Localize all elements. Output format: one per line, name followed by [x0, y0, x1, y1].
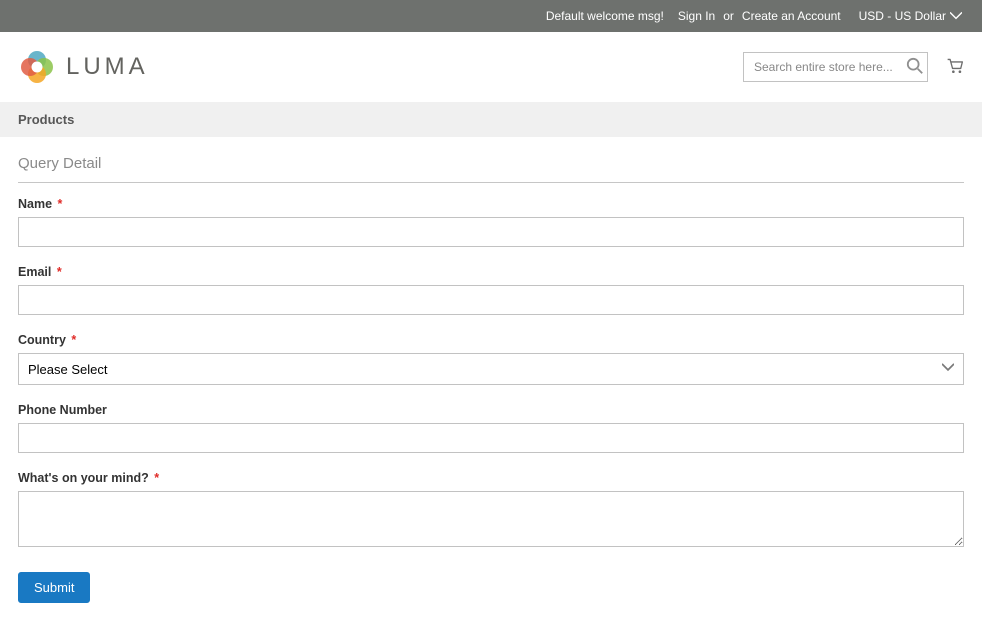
- field-email: Email *: [18, 265, 964, 315]
- phone-label-text: Phone Number: [18, 403, 107, 417]
- name-input[interactable]: [18, 217, 964, 247]
- sign-in-link[interactable]: Sign In: [678, 9, 715, 23]
- search-icon: [906, 57, 924, 75]
- nav-bar: Products: [0, 102, 982, 137]
- form-actions: Submit: [18, 572, 964, 603]
- field-phone: Phone Number: [18, 403, 964, 453]
- field-country: Country * Please Select: [18, 333, 964, 385]
- cart-button[interactable]: [946, 57, 964, 78]
- search-button[interactable]: [906, 57, 924, 78]
- currency-switcher[interactable]: USD - US Dollar: [859, 9, 962, 23]
- logo-text: LUMA: [66, 53, 149, 81]
- header-right: [743, 52, 964, 82]
- create-account-link[interactable]: Create an Account: [742, 9, 841, 23]
- logo-icon: [18, 48, 56, 86]
- phone-input[interactable]: [18, 423, 964, 453]
- field-mind: What's on your mind? *: [18, 471, 964, 550]
- chevron-down-icon: [950, 10, 962, 22]
- email-input[interactable]: [18, 285, 964, 315]
- mind-textarea[interactable]: [18, 491, 964, 547]
- email-label-text: Email: [18, 265, 51, 279]
- submit-button[interactable]: Submit: [18, 572, 90, 603]
- country-select[interactable]: Please Select: [18, 353, 964, 385]
- email-label: Email *: [18, 265, 964, 279]
- required-asterisk: *: [71, 333, 76, 347]
- country-label-text: Country: [18, 333, 66, 347]
- separator-or: or: [723, 9, 734, 23]
- cart-icon: [946, 57, 964, 75]
- required-asterisk: *: [57, 265, 62, 279]
- field-name: Name *: [18, 197, 964, 247]
- panel-header: Default welcome msg! Sign In or Create a…: [0, 0, 982, 32]
- header-main: LUMA: [0, 32, 982, 102]
- nav-item-products[interactable]: Products: [18, 112, 74, 127]
- country-label: Country *: [18, 333, 964, 347]
- required-asterisk: *: [58, 197, 63, 211]
- name-label: Name *: [18, 197, 964, 211]
- form-legend: Query Detail: [18, 155, 964, 183]
- search-box: [743, 52, 928, 82]
- name-label-text: Name: [18, 197, 52, 211]
- page-main: Query Detail Name * Email * Country * Pl…: [0, 137, 982, 627]
- required-asterisk: *: [154, 471, 159, 485]
- logo[interactable]: LUMA: [18, 48, 149, 86]
- mind-label-text: What's on your mind?: [18, 471, 149, 485]
- search-input[interactable]: [743, 52, 928, 82]
- welcome-msg: Default welcome msg!: [546, 9, 664, 23]
- mind-label: What's on your mind? *: [18, 471, 964, 485]
- phone-label: Phone Number: [18, 403, 964, 417]
- currency-label: USD - US Dollar: [859, 9, 946, 23]
